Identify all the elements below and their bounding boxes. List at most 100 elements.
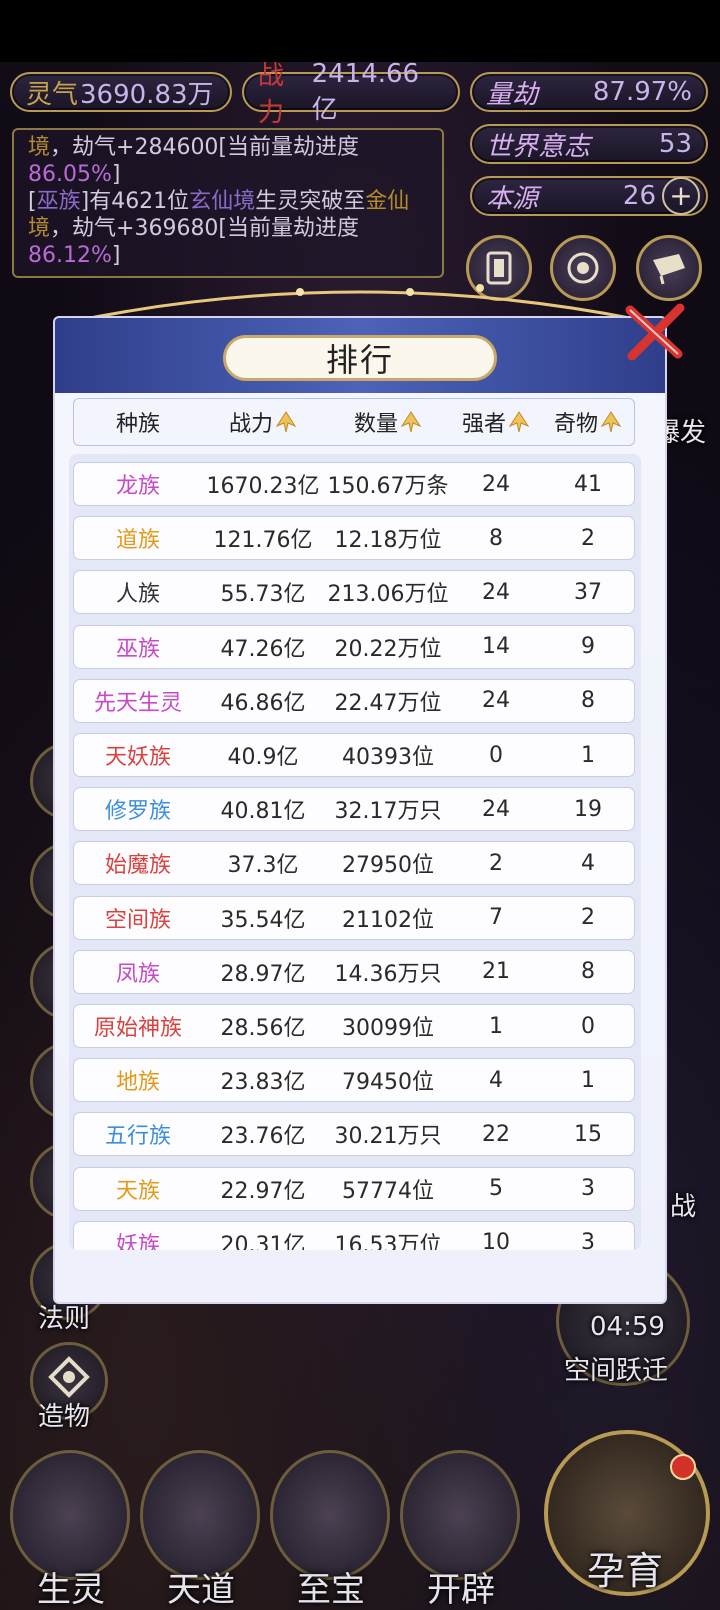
benyuan-value: 26 (622, 181, 656, 211)
items-value: 4 (581, 850, 595, 876)
power-value: 28.97亿 (220, 961, 306, 987)
add-benyuan-button[interactable]: + (662, 177, 700, 215)
strong-value: 22 (482, 1121, 510, 1147)
race-name: 地族 (115, 1070, 160, 1096)
close-icon[interactable] (622, 300, 688, 366)
nav-kaipi-label: 开辟 (427, 1570, 495, 1610)
column-header-strong[interactable]: 强者 (452, 399, 540, 445)
strong-value: 24 (482, 579, 510, 605)
power-value: 28.56亿 (220, 1016, 306, 1041)
count-value: 79450位 (342, 1070, 434, 1096)
sort-arrow-icon (275, 411, 297, 433)
strong-value: 5 (489, 1176, 503, 1202)
count-value: 22.47万位 (334, 690, 442, 716)
table-row[interactable]: 始魔族 37.3亿 27950位 2 4 (73, 841, 635, 886)
count-value: 16.53万位 (334, 1232, 442, 1250)
log-realm: 金仙 (365, 189, 410, 214)
log-text: ，劫气+284600[当前量劫进度 (50, 135, 360, 160)
sort-arrow-icon (508, 411, 530, 433)
table-row[interactable]: 天妖族 40.9亿 40393位 0 1 (73, 733, 635, 777)
log-text: ] (111, 162, 121, 187)
jump-timer: 04:59 (590, 1312, 665, 1342)
race-name: 巫族 (115, 636, 160, 662)
log-text: 生灵突破至 (255, 189, 366, 214)
shijie-resource: 世界意志 53 (470, 124, 708, 164)
benyuan-label: 本源 (486, 183, 539, 214)
count-value: 20.22万位 (334, 636, 442, 662)
count-value: 30.21万只 (334, 1124, 442, 1150)
table-row[interactable]: 巫族 47.26亿 20.22万位 14 9 (73, 624, 635, 669)
items-value: 2 (581, 905, 595, 931)
count-value: 32.17万只 (334, 799, 442, 825)
zhanli-resource: 战力 2414.66亿 (242, 59, 460, 128)
status-bar (0, 0, 720, 62)
lianjie-resource: 量劫 87.97% (470, 72, 708, 112)
power-value: 23.76亿 (220, 1124, 306, 1150)
table-row[interactable]: 妖族 20.31亿 16.53万位 10 3 (73, 1220, 635, 1250)
lianjie-label: 量劫 (486, 79, 539, 110)
strong-value: 14 (482, 634, 510, 660)
log-text: ] (111, 243, 121, 268)
items-value: 37 (574, 579, 602, 605)
table-row[interactable]: 道族 121.76亿 12.18万位 8 2 (73, 516, 635, 561)
strong-value: 24 (482, 471, 510, 497)
race-name: 道族 (115, 528, 160, 554)
column-header-count[interactable]: 数量 (324, 399, 452, 445)
table-row[interactable]: 龙族 1670.23亿 150.67万条 24 41 (73, 462, 635, 506)
strong-value: 24 (482, 688, 510, 714)
table-row[interactable]: 人族 55.73亿 213.06万位 24 37 (73, 570, 635, 615)
notification-dot (670, 1454, 696, 1480)
ranking-list[interactable]: 龙族 1670.23亿 150.67万条 24 41 道族 121.76亿 12.18万位 8 2… (69, 454, 641, 1250)
log-realm: 玄仙境 (189, 189, 256, 214)
column-label: 数量 (353, 412, 398, 437)
race-name: 空间族 (104, 907, 171, 933)
nav-zhibao-button[interactable] (270, 1450, 390, 1580)
race-name: 天族 (115, 1178, 160, 1204)
table-row[interactable]: 原始神族 28.56亿 30099位 1 0 (73, 1004, 635, 1048)
count-value: 150.67万条 (327, 474, 449, 499)
table-row[interactable]: 地族 23.83亿 79450位 4 1 (73, 1058, 635, 1103)
sort-arrow-icon (600, 411, 622, 433)
log-realm: 境 (28, 216, 51, 241)
power-value: 1670.23亿 (206, 474, 320, 499)
power-value: 20.31亿 (220, 1232, 306, 1250)
table-row[interactable]: 凤族 28.97亿 14.36万只 21 8 (73, 949, 635, 994)
strong-value: 8 (489, 525, 503, 551)
strong-value: 0 (489, 742, 503, 768)
power-value: 23.83亿 (220, 1070, 306, 1096)
dialog-title: 排行 (223, 335, 497, 381)
nav-yunyu-label: 孕育 (586, 1549, 663, 1593)
count-value: 30099位 (342, 1016, 434, 1041)
nav-tiandao-button[interactable] (140, 1450, 260, 1580)
items-value: 1 (581, 1067, 595, 1093)
sort-arrow-icon (400, 411, 422, 433)
strong-value: 24 (482, 796, 510, 822)
column-header-items[interactable]: 奇物 (540, 399, 636, 445)
table-row[interactable]: 空间族 35.54亿 21102位 7 2 (73, 895, 635, 940)
table-row[interactable]: 天族 22.97亿 57774位 5 3 (73, 1166, 635, 1211)
power-value: 55.73亿 (220, 582, 306, 608)
count-value: 27950位 (342, 853, 434, 879)
strong-value: 2 (489, 850, 503, 876)
strong-value: 1 (489, 1013, 503, 1039)
items-value: 1 (581, 742, 595, 768)
table-row[interactable]: 五行族 23.76亿 30.21万只 22 15 (73, 1112, 635, 1157)
power-value: 22.97亿 (220, 1178, 306, 1204)
log-progress: 86.05% (28, 162, 112, 187)
dialog-header: 排行 (55, 318, 665, 393)
create-label: 造物 (38, 1402, 91, 1432)
lingqi-label: 灵气 (26, 79, 79, 110)
items-value: 0 (581, 1013, 595, 1039)
column-header-power[interactable]: 战力 (202, 399, 324, 445)
count-value: 12.18万位 (334, 528, 442, 554)
race-name: 龙族 (115, 474, 160, 499)
count-value: 40393位 (342, 745, 434, 770)
nav-shengling-button[interactable] (10, 1450, 130, 1580)
nav-kaipi-button[interactable] (400, 1450, 520, 1580)
table-row[interactable]: 修罗族 40.81亿 32.17万只 24 19 (73, 787, 635, 832)
zhanli-label: 战力 (258, 61, 285, 128)
race-name: 人族 (115, 582, 160, 608)
log-progress: 86.12% (28, 243, 112, 268)
table-row[interactable]: 先天生灵 46.86亿 22.47万位 24 8 (73, 678, 635, 723)
race-name: 修罗族 (104, 799, 171, 825)
